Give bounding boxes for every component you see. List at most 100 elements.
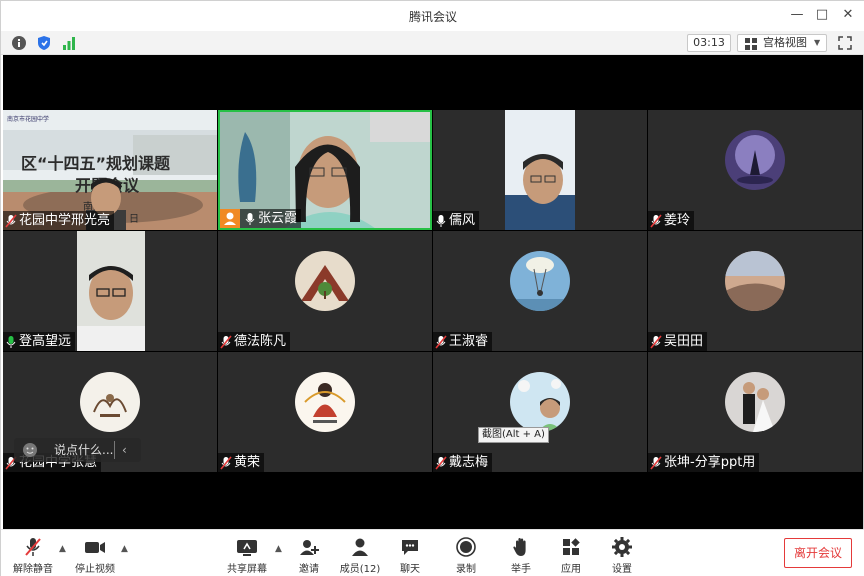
view-mode-button[interactable]: 宫格视图 ▼ bbox=[737, 34, 827, 52]
record-button[interactable]: 录制 bbox=[442, 536, 490, 575]
raise-hand-label: 举手 bbox=[511, 564, 531, 575]
participant-tile[interactable]: 戴志梅 bbox=[433, 352, 647, 472]
mic-muted-icon bbox=[25, 538, 41, 556]
participant-tile[interactable]: 王淑睿 bbox=[433, 231, 647, 351]
participant-name-label: 张坤-分享ppt用 bbox=[648, 453, 760, 472]
avatar bbox=[725, 130, 785, 190]
participant-name-label: 姜玲 bbox=[648, 211, 695, 230]
participant-tile[interactable]: 张坤-分享ppt用 bbox=[648, 352, 862, 472]
mic-muted-icon bbox=[435, 455, 447, 470]
invite-label: 邀请 bbox=[299, 564, 319, 575]
apps-button[interactable]: 应用 bbox=[547, 536, 595, 575]
mic-icon bbox=[245, 212, 255, 225]
participant-video bbox=[505, 110, 575, 230]
participant-tile[interactable]: 南京市花园中学 区“十四五”规划课题 开题会议 南京 日 花园中学邢光亮 bbox=[3, 110, 217, 230]
mic-muted-icon bbox=[5, 213, 17, 228]
stop-video-label: 停止视频 bbox=[75, 564, 115, 575]
avatar bbox=[295, 251, 355, 311]
participant-name: 吴田田 bbox=[664, 334, 704, 349]
unmute-button[interactable]: 解除静音 bbox=[9, 536, 57, 575]
participant-name-label: 戴志梅 bbox=[433, 453, 493, 472]
share-screen-icon bbox=[237, 540, 257, 556]
participant-name-label: 儒风 bbox=[433, 211, 480, 230]
chat-button[interactable]: 聊天 bbox=[386, 536, 434, 575]
participant-tile[interactable]: 登高望远 bbox=[3, 231, 217, 351]
members-button[interactable]: 成员(12) bbox=[336, 536, 384, 575]
participant-grid: 南京市花园中学 区“十四五”规划课题 开题会议 南京 日 花园中学邢光亮 bbox=[3, 110, 863, 474]
close-button[interactable]: ✕ bbox=[837, 5, 859, 25]
mic-muted-icon bbox=[435, 334, 447, 349]
mic-muted-icon bbox=[220, 455, 232, 470]
meeting-window: 腾讯会议 — □ ✕ 03:13 宫格视图 ▼ 南京市花园中学 区“十四五”规划… bbox=[0, 0, 864, 576]
chat-icon bbox=[402, 540, 418, 555]
host-badge-icon bbox=[220, 209, 240, 228]
chevron-left-icon[interactable]: ‹ bbox=[122, 438, 127, 462]
participant-name: 张云霞 bbox=[258, 211, 298, 226]
participant-tile[interactable]: 黄荣 bbox=[218, 352, 432, 472]
invite-button[interactable]: 邀请 bbox=[285, 536, 333, 575]
leave-meeting-button[interactable]: 离开会议 bbox=[784, 538, 852, 568]
mic-muted-icon bbox=[650, 213, 662, 228]
avatar bbox=[510, 251, 570, 311]
mic-muted-icon bbox=[220, 334, 232, 349]
mic-muted-icon bbox=[650, 455, 662, 470]
participant-name: 姜玲 bbox=[664, 213, 691, 228]
settings-button[interactable]: 设置 bbox=[598, 536, 646, 575]
participant-video bbox=[77, 231, 145, 351]
mic-muted-icon bbox=[650, 334, 662, 349]
view-mode-label: 宫格视图 bbox=[763, 36, 807, 49]
info-icon[interactable] bbox=[11, 35, 27, 51]
emoji-icon[interactable] bbox=[22, 442, 38, 466]
minimize-button[interactable]: — bbox=[786, 5, 808, 25]
participant-name-label: 花园中学邢光亮 bbox=[3, 211, 115, 230]
avatar bbox=[725, 372, 785, 432]
shield-icon[interactable] bbox=[36, 35, 52, 51]
record-icon bbox=[456, 537, 476, 557]
chat-placeholder: 说点什么... bbox=[54, 443, 114, 457]
stop-video-button[interactable]: 停止视频 bbox=[71, 536, 119, 575]
unmute-label: 解除静音 bbox=[13, 564, 53, 575]
participant-name-label: 登高望远 bbox=[3, 332, 76, 351]
participant-name: 张坤-分享ppt用 bbox=[664, 455, 756, 470]
participant-tile[interactable]: 张云霞 bbox=[218, 110, 432, 230]
participant-tile[interactable]: 德法陈凡 bbox=[218, 231, 432, 351]
chevron-down-icon: ▼ bbox=[814, 38, 821, 47]
title-bar: 腾讯会议 — □ ✕ bbox=[1, 1, 864, 31]
hand-icon bbox=[513, 538, 526, 556]
share-screen-label: 共享屏幕 bbox=[227, 564, 267, 575]
signal-icon[interactable] bbox=[61, 35, 77, 51]
chevron-up-icon[interactable]: ▲ bbox=[121, 544, 128, 554]
participant-name: 戴志梅 bbox=[449, 455, 489, 470]
participant-name: 登高望远 bbox=[19, 334, 72, 349]
mic-speaking-icon bbox=[6, 335, 16, 348]
chat-input[interactable]: 说点什么... ‹ bbox=[14, 438, 141, 462]
raise-hand-button[interactable]: 举手 bbox=[497, 536, 545, 575]
participant-tile[interactable]: 吴田田 bbox=[648, 231, 862, 351]
chat-label: 聊天 bbox=[400, 564, 420, 575]
chevron-up-icon[interactable]: ▲ bbox=[275, 544, 282, 554]
meeting-toolbar: 解除静音 ▲ 停止视频 ▲ 共享屏幕 ▲ 邀请 成员(12) 聊天 录制 举手 … bbox=[1, 529, 864, 576]
participant-tile[interactable]: 儒风 bbox=[433, 110, 647, 230]
screenshot-tooltip: 截图(Alt + A) bbox=[478, 427, 549, 443]
chevron-up-icon[interactable]: ▲ bbox=[59, 544, 66, 554]
participant-name-label: 张云霞 bbox=[220, 209, 302, 228]
participant-tile[interactable]: 姜玲 bbox=[648, 110, 862, 230]
invite-icon bbox=[300, 540, 319, 555]
participant-name-label: 王淑睿 bbox=[433, 332, 493, 351]
meeting-timer: 03:13 bbox=[687, 34, 731, 52]
info-bar: 03:13 宫格视图 ▼ bbox=[1, 31, 864, 55]
settings-label: 设置 bbox=[612, 564, 632, 575]
share-screen-button[interactable]: 共享屏幕 bbox=[223, 536, 271, 575]
fullscreen-icon[interactable] bbox=[837, 35, 853, 51]
grid-icon bbox=[745, 38, 757, 55]
divider bbox=[114, 441, 115, 459]
participant-name: 王淑睿 bbox=[449, 334, 489, 349]
members-icon bbox=[352, 538, 368, 556]
apps-label: 应用 bbox=[561, 564, 581, 575]
participant-name: 花园中学邢光亮 bbox=[19, 213, 111, 228]
maximize-button[interactable]: □ bbox=[811, 5, 833, 25]
record-label: 录制 bbox=[456, 564, 476, 575]
participant-name: 黄荣 bbox=[234, 455, 261, 470]
participant-name: 儒风 bbox=[449, 213, 476, 228]
window-title: 腾讯会议 bbox=[408, 10, 457, 24]
